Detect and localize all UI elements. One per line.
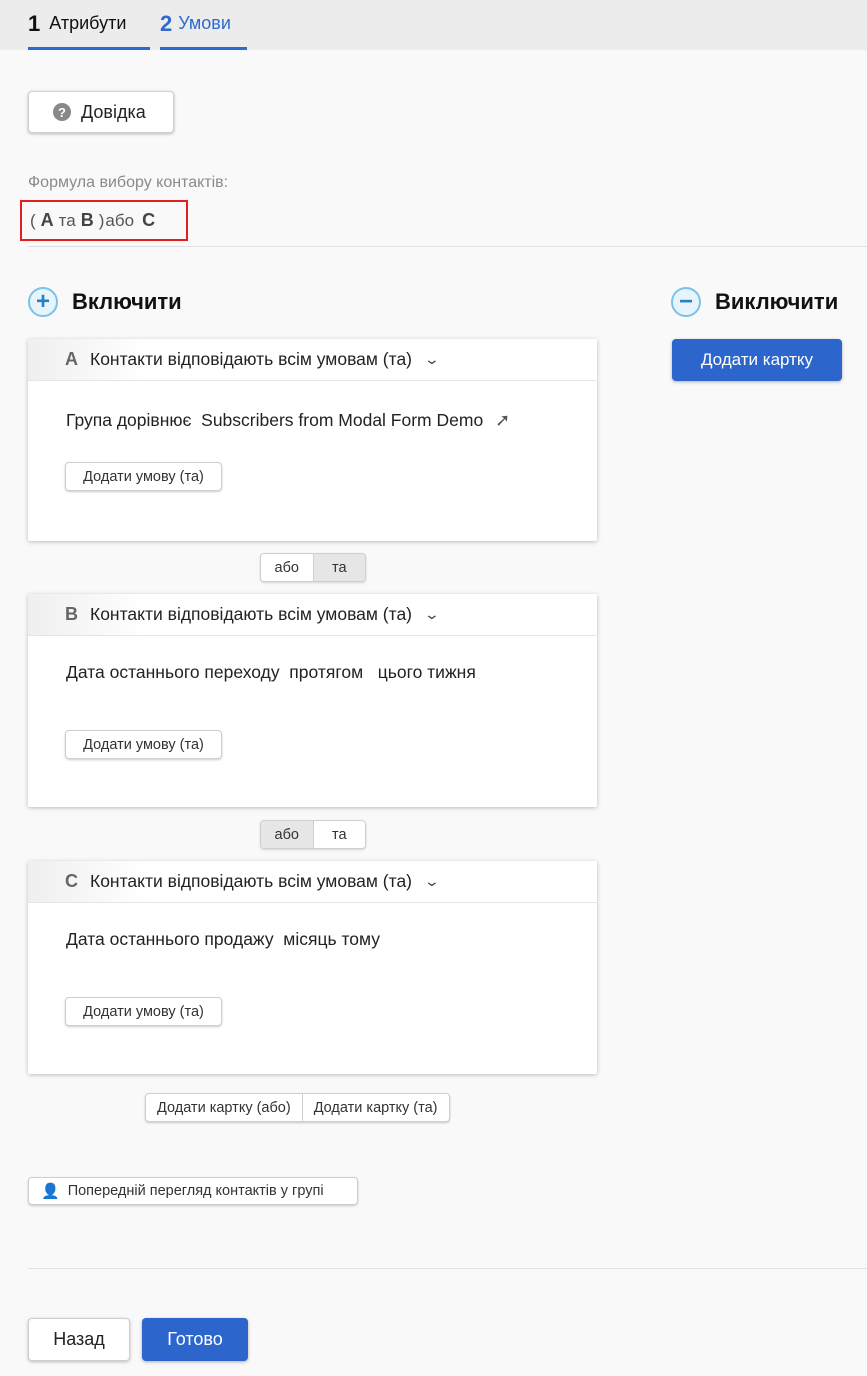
condition-card-b: B Контакти відповідають всім умовам (та)…	[28, 594, 597, 807]
connector-and-option[interactable]: та	[312, 554, 365, 581]
formula-token: A	[40, 210, 54, 230]
person-search-icon: 👤	[41, 1183, 60, 1200]
card-title: Контакти відповідають всім умовам (та)	[90, 349, 412, 369]
exclude-header: − Виключити	[671, 287, 838, 317]
formula-token: та	[58, 210, 76, 230]
card-header[interactable]: A Контакти відповідають всім умовам (та)…	[28, 339, 597, 381]
card-connector-toggle: або та	[260, 553, 366, 582]
card-letter: C	[65, 871, 78, 891]
help-button-label: Довідка	[81, 101, 146, 122]
preview-button-label: Попередній перегляд контактів у групі	[67, 1183, 324, 1199]
card-title: Контакти відповідають всім умовам (та)	[90, 604, 412, 624]
card-letter: A	[65, 349, 78, 369]
exclude-add-card-button[interactable]: Додати картку	[672, 339, 842, 381]
exclude-title: Виключити	[715, 289, 839, 314]
back-button[interactable]: Назад	[28, 1318, 130, 1361]
add-condition-button[interactable]: Додати умову (та)	[65, 997, 222, 1026]
chevron-down-icon[interactable]: ⌄	[424, 873, 440, 890]
condition-row[interactable]: Дата останнього продажу місяць тому	[66, 929, 380, 950]
tab-number: 1	[28, 10, 41, 36]
preview-contacts-button[interactable]: 👤 Попередній перегляд контактів у групі	[28, 1177, 358, 1205]
step-tabs: 1 Атрибути 2 Умови	[0, 0, 867, 50]
connector-and-option[interactable]: та	[312, 821, 366, 848]
chevron-down-icon[interactable]: ⌄	[424, 351, 440, 368]
formula-expression: ( A та B ) або C	[20, 200, 188, 241]
tab-conditions[interactable]: 2 Умови	[160, 0, 247, 50]
condition-card-c: C Контакти відповідають всім умовам (та)…	[28, 861, 597, 1074]
condition-row[interactable]: Група дорівнює Subscribers from Modal Fo…	[66, 410, 510, 431]
plus-circle-icon[interactable]: +	[28, 287, 58, 317]
include-header: + Включити	[28, 287, 182, 317]
card-header[interactable]: B Контакти відповідають всім умовам (та)…	[28, 594, 597, 636]
add-card-or-button[interactable]: Додати картку (або)	[146, 1094, 302, 1121]
formula-token: )	[98, 210, 105, 230]
formula-token: (	[30, 210, 36, 230]
add-card-and-button[interactable]: Додати картку (та)	[301, 1094, 449, 1121]
add-condition-button[interactable]: Додати умову (та)	[65, 730, 222, 759]
card-letter: B	[65, 604, 78, 624]
card-header[interactable]: C Контакти відповідають всім умовам (та)…	[28, 861, 597, 903]
formula-token: B	[80, 210, 94, 230]
tab-number: 2	[160, 10, 173, 36]
card-connector-toggle: або та	[260, 820, 366, 849]
condition-row[interactable]: Дата останнього переходу протягом цього …	[66, 662, 476, 683]
condition-text: Дата останнього продажу місяць тому	[66, 929, 380, 949]
question-circle-icon: ?	[53, 103, 71, 121]
formula-label: Формула вибору контактів:	[28, 174, 229, 191]
condition-text: Група дорівнює Subscribers from Modal Fo…	[66, 410, 484, 430]
formula-token: або	[105, 210, 135, 230]
tab-label: Умови	[178, 13, 231, 33]
minus-circle-icon[interactable]: −	[671, 287, 701, 317]
divider	[28, 246, 867, 247]
condition-text: Дата останнього переходу протягом цього …	[66, 662, 476, 682]
condition-card-a: A Контакти відповідають всім умовам (та)…	[28, 339, 597, 541]
chevron-down-icon[interactable]: ⌄	[424, 606, 440, 623]
external-link-arrow-icon[interactable]: ➚	[495, 410, 510, 431]
divider	[28, 1268, 867, 1269]
add-condition-button[interactable]: Додати умову (та)	[65, 462, 222, 491]
formula-token: C	[142, 210, 156, 230]
connector-or-option[interactable]: або	[261, 554, 313, 581]
add-card-button-group: Додати картку (або) Додати картку (та)	[145, 1093, 450, 1122]
include-title: Включити	[72, 289, 182, 314]
done-button[interactable]: Готово	[142, 1318, 248, 1361]
tab-attributes[interactable]: 1 Атрибути	[28, 0, 150, 50]
tab-label: Атрибути	[49, 13, 127, 33]
connector-or-option[interactable]: або	[261, 821, 313, 848]
help-button[interactable]: ? Довідка	[28, 91, 174, 133]
card-title: Контакти відповідають всім умовам (та)	[90, 871, 412, 891]
